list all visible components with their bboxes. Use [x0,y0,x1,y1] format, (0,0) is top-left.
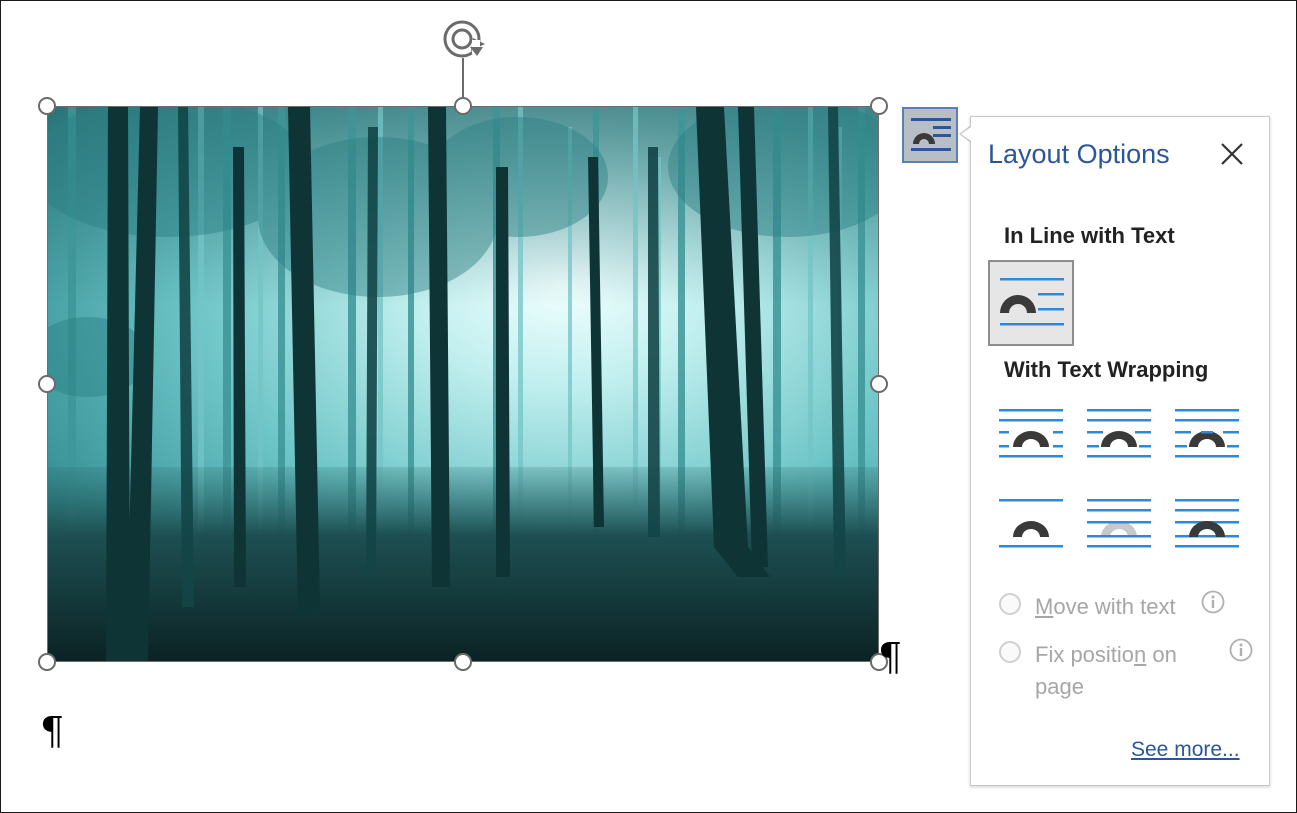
section-inline-title: In Line with Text [1004,223,1175,248]
resize-handle-middle-left[interactable] [38,375,56,393]
panel-title: Layout Options [988,139,1170,169]
wrap-inline-icon [1000,278,1064,326]
paragraph-mark: ¶ [40,709,65,753]
resize-handle-top-right[interactable] [870,97,888,115]
fix-position-radio[interactable] [999,641,1021,663]
section-wrapping-title: With Text Wrapping [1004,357,1209,382]
fix-position-option[interactable]: Fix position on page [999,639,1177,703]
wrap-square-option[interactable] [999,407,1065,463]
layout-options-button[interactable] [902,107,958,163]
wrap-in-front-icon [1175,499,1239,548]
wrap-tight-icon [1087,409,1151,458]
resize-handle-middle-right[interactable] [870,375,888,393]
info-icon[interactable] [1228,637,1254,663]
wrap-behind-text-icon [1087,499,1151,548]
paragraph-mark: ¶ [878,635,903,679]
rotate-icon[interactable] [441,16,487,62]
wrap-inline-option[interactable] [988,260,1074,346]
panel-pointer-inner [961,127,971,141]
wrap-inline-icon [911,118,951,151]
move-with-text-label: Move with text [1035,594,1176,619]
wrap-square-icon [999,409,1063,458]
resize-handle-bottom-left[interactable] [38,653,56,671]
resize-handle-bottom-center[interactable] [454,653,472,671]
close-icon[interactable] [1217,139,1247,169]
wrap-behind-text-option[interactable] [1087,497,1153,553]
layout-options-panel: Layout Options In Line with Text With Te… [970,116,1270,786]
wrap-in-front-option[interactable] [1175,497,1241,553]
info-icon[interactable] [1200,589,1226,615]
move-with-text-radio[interactable] [999,593,1021,615]
resize-handle-top-left[interactable] [38,97,56,115]
resize-handle-top-center[interactable] [454,97,472,115]
wrap-top-bottom-option[interactable] [999,497,1065,553]
see-more-link[interactable]: See more... [1131,738,1240,762]
rotate-handle-stem [462,58,464,97]
wrap-through-option[interactable] [1175,407,1241,463]
wrap-tight-option[interactable] [1087,407,1153,463]
fix-position-label: Fix position on page [1035,642,1177,699]
wrap-top-bottom-icon [999,499,1063,548]
wrap-through-icon [1175,409,1239,458]
move-with-text-option[interactable]: Move with text [999,591,1176,623]
forest-picture[interactable] [47,106,879,662]
